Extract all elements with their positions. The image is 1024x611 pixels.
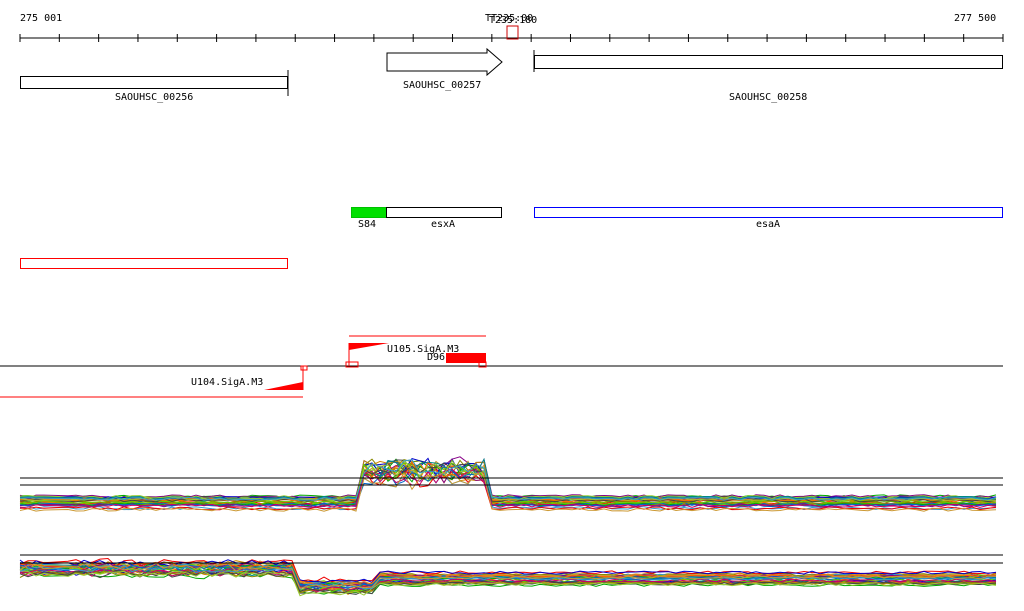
expression-line xyxy=(19,457,997,500)
expression-line xyxy=(19,459,997,501)
gene-label-00257: SAOUHSC_00257 xyxy=(403,80,482,91)
gene-label-00256: SAOUHSC_00256 xyxy=(115,92,194,103)
expression-line xyxy=(19,459,997,500)
expression-line xyxy=(19,458,997,501)
expression-line xyxy=(19,458,997,501)
u105-signal[interactable] xyxy=(349,343,389,350)
gene-00256[interactable] xyxy=(20,76,288,89)
s84-label: S84 xyxy=(358,219,377,230)
esaA-feature[interactable] xyxy=(534,207,1003,218)
s84-feature[interactable] xyxy=(351,207,387,218)
esxA-label: esxA xyxy=(431,219,456,230)
gene-label-00258: SAOUHSC_00258 xyxy=(729,92,808,103)
expression-line xyxy=(19,456,997,499)
u104-label: U104.SigA.M3 xyxy=(191,377,264,388)
expression-tracks xyxy=(19,456,1003,597)
expression-line xyxy=(19,459,997,500)
ruler-start: 275 001 xyxy=(20,13,63,24)
d96-label: D96 xyxy=(427,352,446,363)
cursor-marker[interactable] xyxy=(506,25,519,40)
u104-signal[interactable] xyxy=(264,382,303,390)
gene-00258[interactable] xyxy=(534,55,1003,69)
red-region-feature[interactable] xyxy=(20,258,288,269)
esaA-label: esaA xyxy=(756,219,781,230)
esxA-feature[interactable] xyxy=(386,207,502,218)
ruler-end: 277 500 xyxy=(954,13,997,24)
u105-label: U105.SigA.M3 xyxy=(387,344,460,355)
gene-arrow-00257[interactable] xyxy=(386,47,503,77)
expression-line xyxy=(19,458,997,499)
expression-line xyxy=(19,457,997,500)
marker-label-b: T235:180 xyxy=(489,15,538,26)
